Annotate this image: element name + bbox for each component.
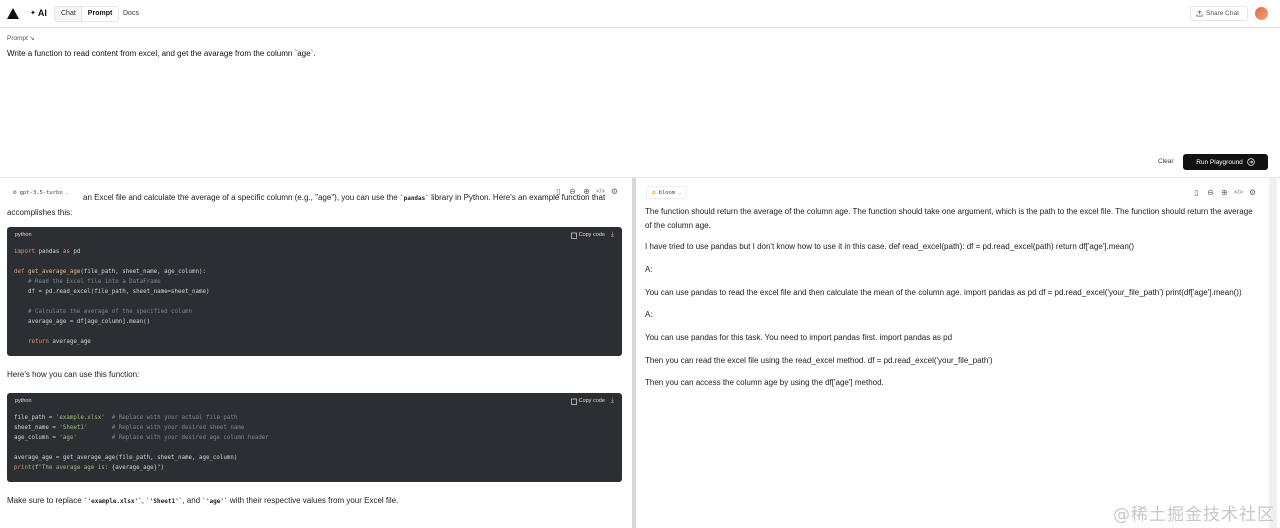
run-playground-label: Run Playground [1196, 158, 1243, 166]
triangle-logo-icon[interactable] [7, 8, 19, 19]
inline-code-age: `'age'` [202, 498, 228, 505]
prompt-label: Prompt ↘ [7, 35, 35, 42]
chevron-down-icon: ⌄ [678, 189, 682, 196]
intro-inline-code: `pandas` [399, 195, 429, 202]
inline-code-sheet: `'Sheet1'` [146, 498, 183, 505]
share-chat-label: Share Chat [1206, 10, 1239, 17]
prompt-input[interactable]: Write a function to read content from ex… [7, 49, 315, 58]
top-bar: ✦ AI Chat Prompt Docs Share Chat [0, 0, 1280, 28]
copy-code-label: Copy code [578, 398, 605, 404]
final-text-b: with their respective values from your E… [227, 496, 399, 505]
response-paragraph: A: [645, 310, 653, 319]
copy-code-label: Copy code [578, 232, 605, 238]
copy-code-button[interactable]: Copy code [570, 398, 605, 405]
final-sep-2: , and [182, 496, 203, 505]
response-paragraph: The function should return the average o… [645, 207, 1253, 230]
minus-circle-icon[interactable]: ⊖ [1206, 188, 1215, 197]
share-chat-button[interactable]: Share Chat [1190, 6, 1248, 21]
left-middle-text: Here's how you can use this function: [7, 370, 140, 379]
code-language: python [15, 232, 32, 238]
code-icon[interactable]: </> [1234, 188, 1243, 197]
model-selector-right[interactable]: ✿ bloom ⌄ [646, 186, 688, 199]
minus-circle-icon[interactable]: ⊖ [568, 187, 577, 196]
response-paragraph: Then you can access the column age by us… [645, 378, 884, 387]
code-block-1: python Copy code ⤓ import pandas as pd d… [7, 227, 622, 356]
share-icon [1196, 10, 1203, 17]
chevron-down-icon: ⌄ [65, 189, 69, 196]
plus-circle-icon[interactable]: ⊕ [1220, 188, 1229, 197]
clear-button[interactable]: Clear [1158, 158, 1174, 165]
code-icon[interactable]: </> [596, 187, 605, 196]
watermark: @稀土掘金技术社区 [1113, 505, 1275, 525]
model-icon: ⚙ [13, 189, 17, 196]
inline-code-file: `'example.xlsx'` [83, 498, 142, 505]
docs-link[interactable]: Docs [123, 10, 139, 17]
brand-label: AI [37, 8, 47, 18]
run-playground-button[interactable]: Run Playground [1183, 154, 1268, 170]
response-paragraph: I have tried to use pandas but I don't k… [645, 242, 1135, 251]
pane-resize-handle[interactable] [632, 178, 636, 528]
mode-tabs: Chat Prompt [54, 6, 120, 22]
response-paragraph: A: [645, 265, 653, 274]
code-block-2: python Copy code ⤓ file_path = 'example.… [7, 393, 622, 482]
code-content: file_path = 'example.xlsx' # Replace wit… [14, 415, 269, 471]
download-icon[interactable]: ⤓ [611, 397, 614, 405]
sparkle-icon: ✦ [30, 10, 36, 17]
intro-text-a: an Excel file and calculate the average … [83, 193, 400, 202]
clipboard-icon [570, 232, 577, 239]
final-text-a: Make sure to replace [7, 496, 84, 505]
settings-icon[interactable]: ⚙ [1248, 188, 1257, 197]
prompt-divider [0, 177, 1280, 178]
tab-chat[interactable]: Chat [55, 7, 82, 21]
download-icon[interactable]: ⤓ [611, 231, 614, 239]
settings-icon[interactable]: ⚙ [610, 187, 619, 196]
code-language: python [15, 398, 32, 404]
left-toolbar: ▯ ⊖ ⊕ </> ⚙ [554, 187, 619, 196]
brand: ✦ AI [30, 8, 47, 18]
plus-circle-icon[interactable]: ⊕ [582, 187, 591, 196]
file-icon[interactable]: ▯ [554, 187, 563, 196]
left-intro-paragraph: an Excel file and calculate the average … [7, 191, 622, 220]
response-paragraph: You can use pandas to read the excel fil… [645, 288, 1242, 297]
model-name: gpt-3.5-turbo [19, 189, 63, 196]
response-paragraph: Then you can read the excel file using t… [645, 356, 993, 365]
arrow-circle-icon [1247, 158, 1255, 166]
right-toolbar: ▯ ⊖ ⊕ </> ⚙ [1192, 188, 1257, 197]
user-avatar[interactable] [1255, 7, 1268, 20]
copy-code-button[interactable]: Copy code [570, 232, 605, 239]
left-final-text: Make sure to replace `'example.xlsx'`, `… [7, 496, 398, 505]
file-icon[interactable]: ▯ [1192, 188, 1201, 197]
clipboard-icon [570, 398, 577, 405]
prompt-label-text: Prompt [7, 35, 28, 42]
code-header: python Copy code ⤓ [7, 227, 622, 243]
flower-icon: ✿ [652, 189, 656, 196]
model-selector-left[interactable]: ⚙ gpt-3.5-turbo ⌄ [8, 186, 74, 199]
response-paragraph: You can use pandas for this task. You ne… [645, 333, 953, 342]
model-name: bloom [658, 189, 676, 196]
code-content: import pandas as pd def get_average_age(… [14, 249, 210, 345]
right-scrollbar[interactable] [1269, 178, 1277, 528]
tab-prompt[interactable]: Prompt [81, 7, 119, 21]
code-header: python Copy code ⤓ [7, 393, 622, 409]
return-arrow-icon: ↘ [29, 36, 35, 42]
